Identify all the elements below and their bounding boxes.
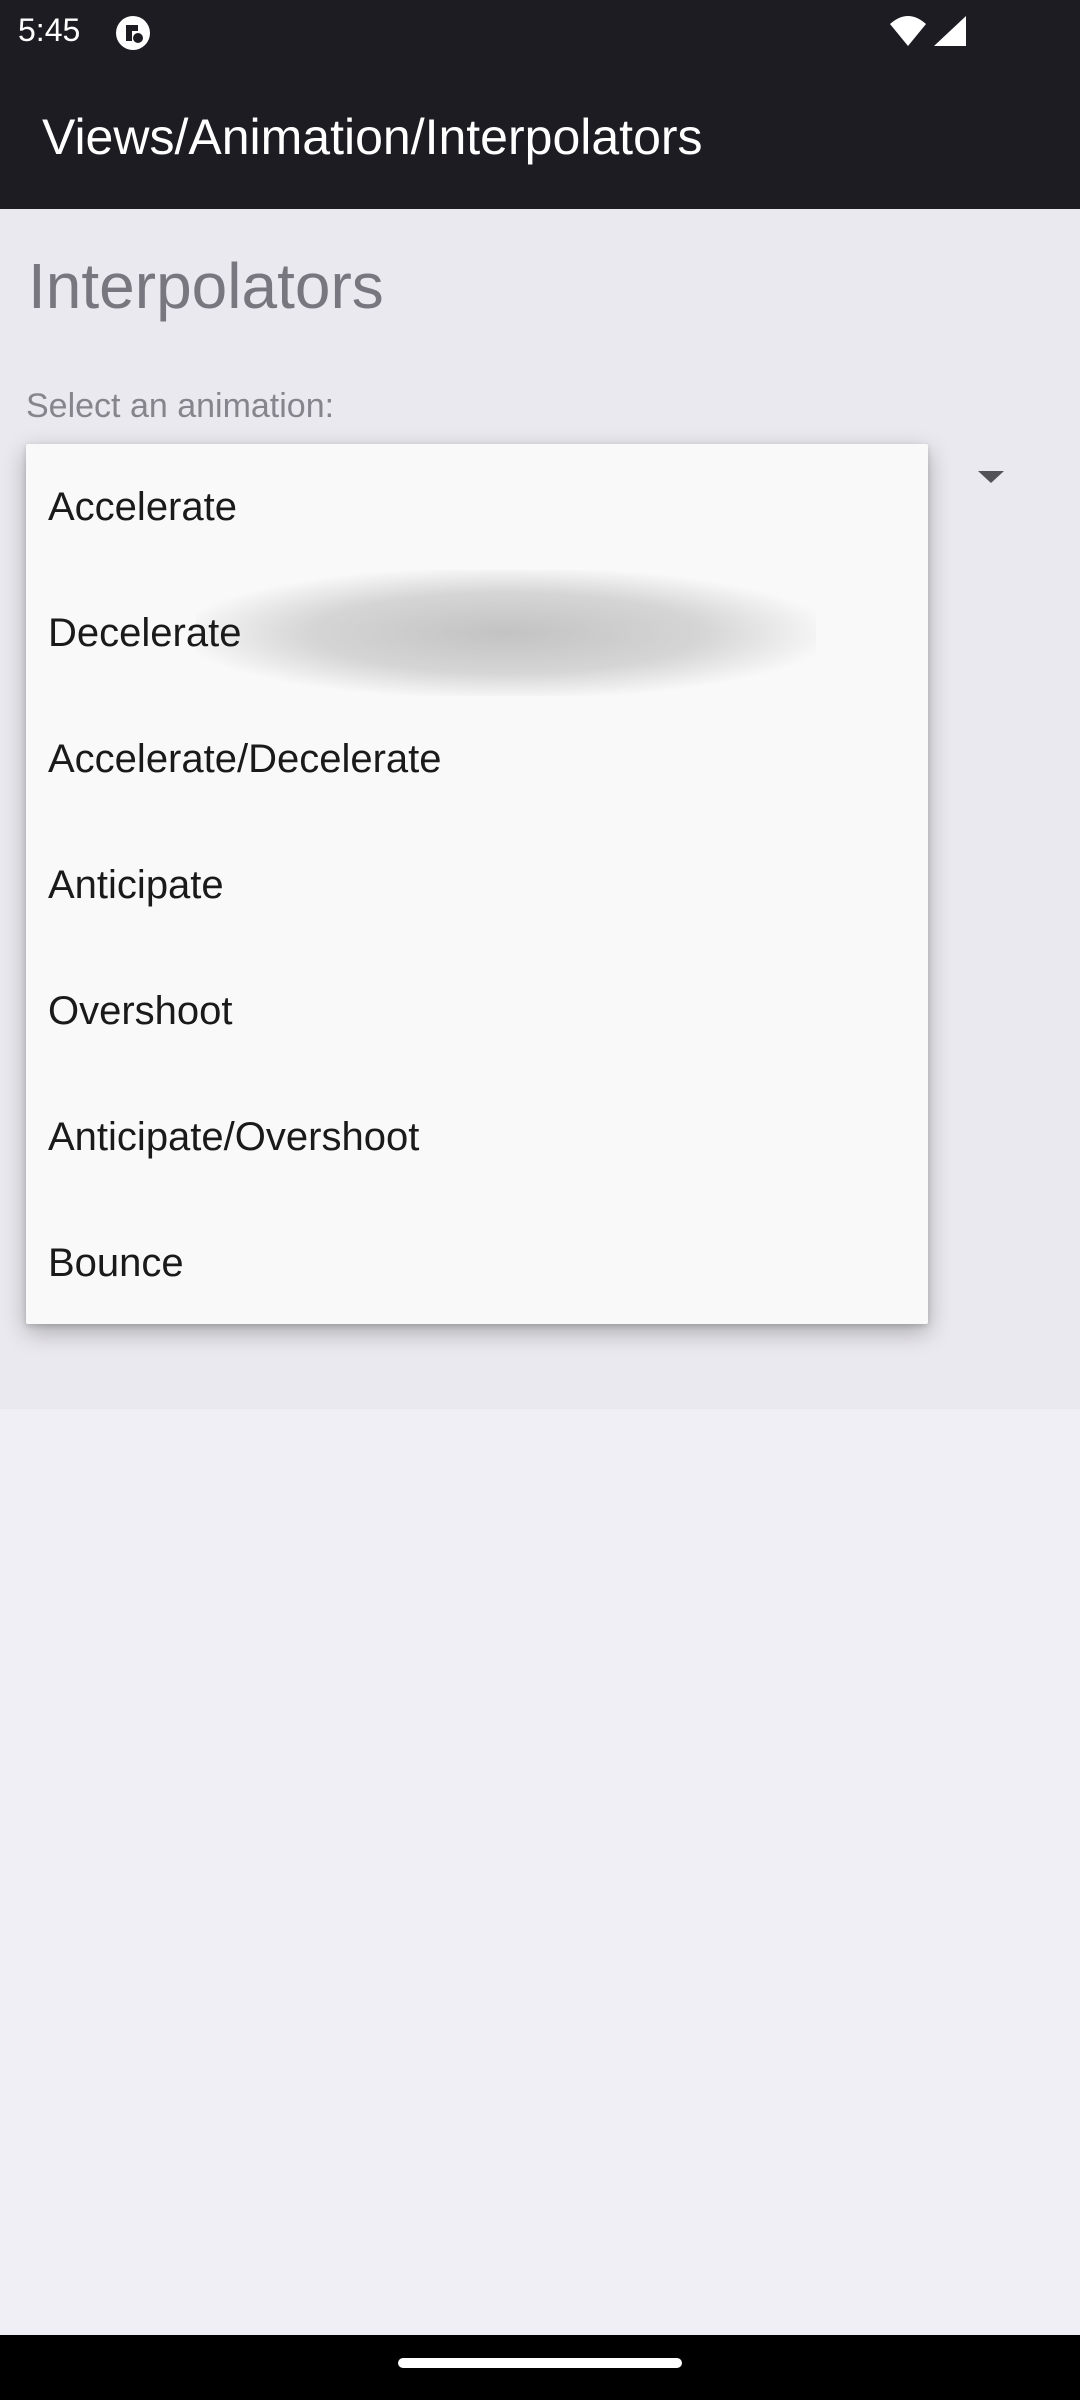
dropdown-item-label: Decelerate <box>48 610 242 655</box>
animation-dropdown-menu: Accelerate Decelerate Accelerate/Deceler… <box>26 444 928 1324</box>
dropdown-item-decelerate[interactable]: Decelerate <box>26 570 928 696</box>
dropdown-item-bounce[interactable]: Bounce <box>26 1200 928 1326</box>
dropdown-item-label: Anticipate <box>48 862 224 907</box>
app-bar: Views/Animation/Interpolators <box>0 64 1080 209</box>
navigation-bar <box>0 2335 1080 2400</box>
status-bar: 5:45 <box>0 0 1080 64</box>
cellular-signal-icon <box>934 16 966 46</box>
home-gesture-handle[interactable] <box>398 2358 682 2368</box>
dropdown-item-label: Bounce <box>48 1240 184 1285</box>
app-status-icon <box>116 16 150 50</box>
dropdown-item-label: Anticipate/Overshoot <box>48 1114 420 1159</box>
dropdown-item-label: Overshoot <box>48 988 233 1033</box>
status-time: 5:45 <box>18 12 81 48</box>
dropdown-item-anticipate-overshoot[interactable]: Anticipate/Overshoot <box>26 1074 928 1200</box>
dropdown-item-overshoot[interactable]: Overshoot <box>26 948 928 1074</box>
dropdown-item-label: Accelerate/Decelerate <box>48 736 442 781</box>
dropdown-item-anticipate[interactable]: Anticipate <box>26 822 928 948</box>
app-bar-title: Views/Animation/Interpolators <box>42 109 703 165</box>
wifi-icon <box>890 16 926 46</box>
dropdown-item-accelerate[interactable]: Accelerate <box>26 444 928 570</box>
dropdown-item-label: Accelerate <box>48 484 237 529</box>
dropdown-item-accelerate-decelerate[interactable]: Accelerate/Decelerate <box>26 696 928 822</box>
